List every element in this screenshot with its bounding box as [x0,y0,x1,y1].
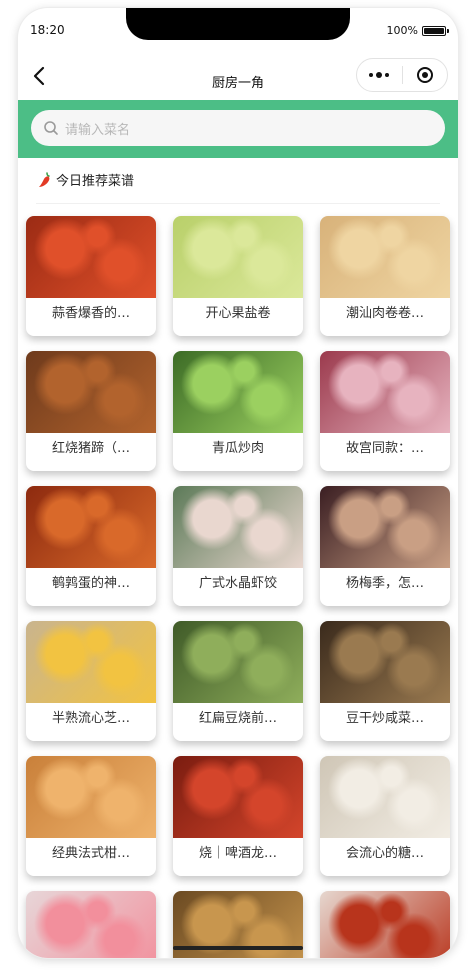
recipe-title: 会流心的糖… [345,846,424,861]
recipe-card[interactable]: 豆干炒咸菜… [320,621,450,741]
recipe-image [26,351,156,433]
device-notch [126,8,350,40]
recipe-title: 豆干炒咸菜… [345,711,424,726]
mini-program-capsule [356,58,448,92]
recipe-card[interactable]: 开心果盐卷 [173,216,303,336]
recipe-card[interactable] [26,891,156,958]
recipe-title: 故宫同款：… [345,441,424,456]
more-dots-icon [369,72,390,78]
recipe-image [173,351,303,433]
recipe-image [173,486,303,568]
section-header: 今日推荐菜谱 [38,170,134,189]
recipe-title: 半熟流心芝… [51,711,130,726]
recipe-title: 杨梅季，怎… [345,576,424,591]
recipe-card[interactable]: 鹌鹑蛋的神… [26,486,156,606]
recipe-image [26,756,156,838]
recipe-image [320,351,450,433]
recipe-image [320,486,450,568]
recipe-image [320,756,450,838]
section-title: 今日推荐菜谱 [56,174,135,189]
section-divider [36,203,440,204]
recipe-card[interactable]: 烧｜啤酒龙… [173,756,303,876]
recipe-image [173,621,303,703]
recipe-image [26,891,156,958]
recipe-card[interactable]: 会流心的糖… [320,756,450,876]
recipe-image [26,621,156,703]
recipe-image [173,756,303,838]
recipe-image [173,216,303,298]
search-placeholder: 请输入菜名 [65,122,131,138]
recipe-card[interactable]: 蒜香爆香的… [26,216,156,336]
recipe-title: 青瓜炒肉 [211,441,264,456]
recipe-card[interactable]: 经典法式柑… [26,756,156,876]
recipe-card[interactable]: 潮汕肉卷卷… [320,216,450,336]
close-mini-program-button[interactable] [402,59,447,91]
recipe-card[interactable]: 故宫同款：… [320,351,450,471]
recipe-image [320,891,450,958]
recipe-image [26,216,156,298]
battery-percentage: 100% [386,24,418,37]
recipe-card[interactable]: 红烧猪蹄（… [26,351,156,471]
recipe-card[interactable] [320,891,450,958]
recipe-title: 开心果盐卷 [205,306,271,321]
recipe-card[interactable]: 红扁豆烧前… [173,621,303,741]
recipe-title: 鹌鹑蛋的神… [51,576,130,591]
chili-pepper-icon [39,171,50,187]
phone-frame: 18:20 100% 厨房一角 请输入菜名 今日推荐菜谱 蒜香爆香的… 开心果盐… [18,8,458,958]
recipe-card[interactable]: 半熟流心芝… [26,621,156,741]
recipe-title: 烧｜啤酒龙… [198,846,277,861]
recipe-card[interactable]: 杨梅季，怎… [320,486,450,606]
home-indicator [173,946,303,950]
status-time: 18:20 [30,23,65,37]
search-band: 请输入菜名 [18,100,458,158]
recipe-title: 红扁豆烧前… [198,711,277,726]
recipe-title: 潮汕肉卷卷… [345,306,424,321]
recipe-card[interactable]: 广式水晶虾饺 [173,486,303,606]
recipe-title: 蒜香爆香的… [51,306,130,321]
recipe-image [26,486,156,568]
recipe-title: 广式水晶虾饺 [198,576,277,591]
recipe-title: 经典法式柑… [51,846,130,861]
battery-icon [422,26,449,36]
recipe-image [320,216,450,298]
target-icon [416,67,433,83]
search-input[interactable]: 请输入菜名 [31,110,445,146]
nav-bar: 厨房一角 [18,52,458,100]
more-menu-button[interactable] [357,59,402,91]
recipe-title: 红烧猪蹄（… [51,441,130,456]
search-icon [44,121,58,135]
recipe-card[interactable]: 青瓜炒肉 [173,351,303,471]
recipe-image [320,621,450,703]
